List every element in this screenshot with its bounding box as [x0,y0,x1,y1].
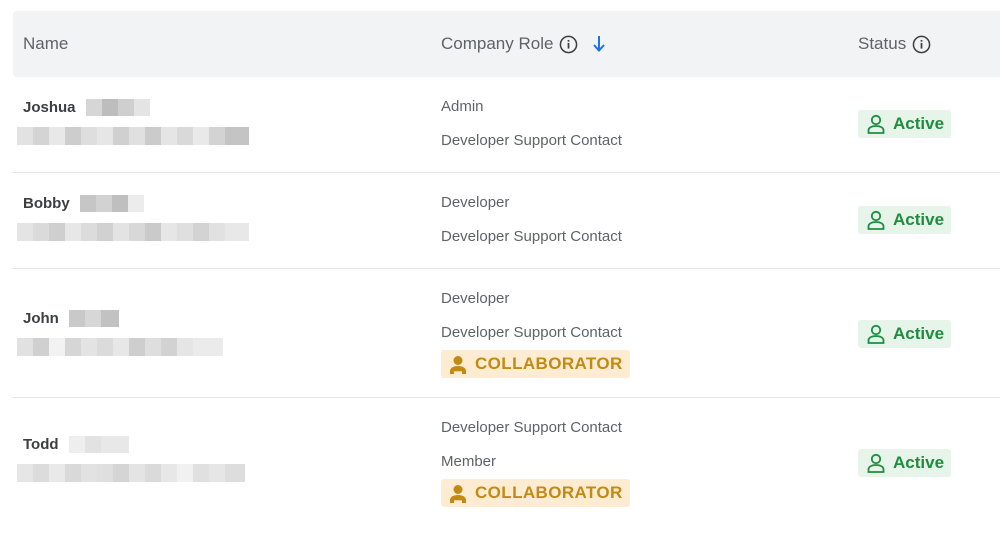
collaborator-badge: COLLABORATOR [441,350,630,378]
role-label: Admin [441,98,484,115]
role-label: Developer [441,194,510,211]
table-row[interactable]: John Developer Developer Support Contact [13,269,1000,398]
status-badge: Active [858,449,952,477]
status-label: Active [893,114,945,133]
column-header-status-label: Status [858,34,907,53]
table-row[interactable]: Joshua Admin Developer Support Contact A… [13,77,1000,173]
member-name-cell: John [17,310,223,356]
redacted-last-name [85,99,150,117]
table-header: Name Company Role Status [13,11,1000,77]
column-header-status[interactable]: Status [858,11,931,77]
sort-descending-icon[interactable] [592,35,606,53]
person-outline-icon [867,324,885,344]
member-first-name: John [23,310,59,328]
column-header-name[interactable]: Name [23,11,68,77]
status-label: Active [893,453,945,472]
person-outline-icon [867,114,885,134]
role-label: Developer Support Contact [441,419,622,436]
person-outline-icon [867,453,885,473]
role-label: Developer Support Contact [441,132,622,149]
member-first-name: Todd [23,436,59,454]
redacted-email [17,338,223,356]
member-name-cell: Todd [17,436,245,482]
status-cell: Active [858,110,952,139]
redacted-last-name [80,195,145,213]
status-cell: Active [858,449,952,478]
status-label: Active [893,210,945,229]
column-header-company-role[interactable]: Company Role [441,11,606,77]
role-label: Developer Support Contact [441,324,622,341]
company-role-cell: Developer Developer Support Contact [441,186,622,254]
table-row[interactable]: Todd Developer Support Contact Member CO… [13,398,1000,528]
status-badge: Active [858,320,952,348]
info-icon[interactable] [912,35,931,54]
company-role-cell: Developer Developer Support Contact COLL… [441,282,630,379]
info-icon[interactable] [559,35,578,54]
redacted-email [17,464,245,482]
collaborator-label: COLLABORATOR [475,483,623,502]
person-filled-icon [450,355,466,374]
status-badge: Active [858,110,952,138]
column-header-name-label: Name [23,34,69,53]
status-badge: Active [858,206,952,234]
member-first-name: Bobby [23,195,70,213]
status-cell: Active [858,206,952,235]
table-row[interactable]: Bobby Developer Developer Support Contac… [13,173,1000,269]
collaborator-label: COLLABORATOR [475,354,623,373]
redacted-email [17,127,249,145]
role-label: Developer Support Contact [441,228,622,245]
company-role-cell: Developer Support Contact Member COLLABO… [441,411,630,508]
person-outline-icon [867,210,885,230]
collaborator-badge: COLLABORATOR [441,479,630,507]
members-table: Name Company Role Status Joshua Admin De… [13,11,1000,528]
member-name-cell: Bobby [17,195,249,241]
member-first-name: Joshua [23,99,76,117]
status-label: Active [893,324,945,343]
person-filled-icon [450,484,466,503]
role-label: Member [441,453,497,470]
status-cell: Active [858,320,952,349]
redacted-last-name [69,436,129,454]
role-label: Developer [441,290,510,307]
company-role-cell: Admin Developer Support Contact [441,90,622,158]
column-header-company-role-label: Company Role [441,34,554,53]
redacted-last-name [69,310,120,328]
member-name-cell: Joshua [17,99,249,145]
redacted-email [17,223,249,241]
